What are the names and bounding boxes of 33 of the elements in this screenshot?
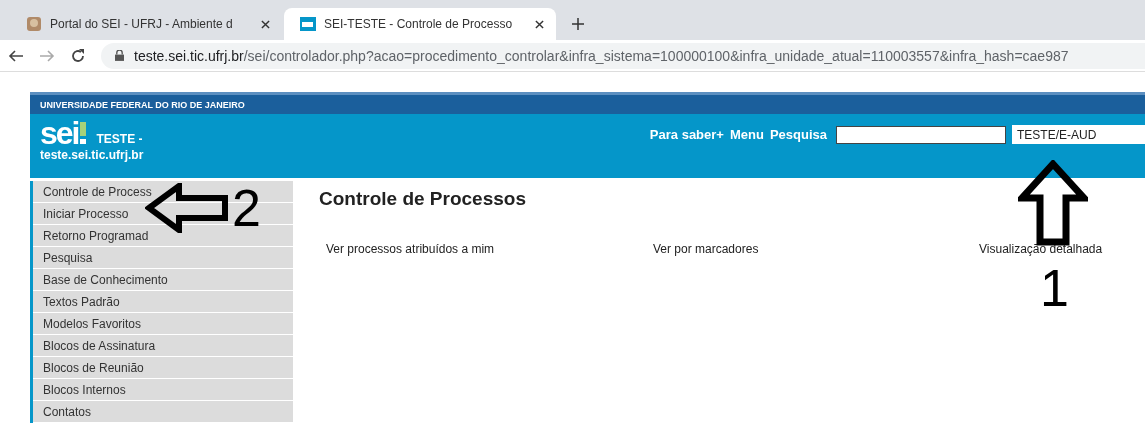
sidebar-item[interactable]: Base de Conhecimento [33,269,293,291]
sidebar-item[interactable]: Blocos de Assinatura [33,335,293,357]
host-label: teste.sei.tic.ufrj.br [40,148,144,162]
reload-icon[interactable] [70,47,86,64]
sidebar-item[interactable]: Blocos Internos [33,379,293,401]
tab-title: Portal do SEI - UFRJ - Ambiente d [50,17,234,31]
search-field[interactable] [836,125,1006,144]
back-icon[interactable] [8,47,24,64]
annotation-number: 1 [1040,262,1069,314]
view-link[interactable]: Ver processos atribuídos a mim [326,242,495,256]
sidebar-item[interactable]: Textos Padrão [33,291,293,313]
institution-name: UNIVERSIDADE FEDERAL DO RIO DE JANEIRO [40,99,245,110]
address-bar[interactable]: teste.sei.tic.ufrj.br/sei/controlador.php?acao=procedimento_controlar&infra_sistema=100000100&infra_unidade_atual=110003557&infra_hash=cae987 [101,42,1145,69]
sidebar-item[interactable]: Modelos Favoritos [33,313,293,335]
new-tab-icon[interactable] [572,18,584,30]
close-icon[interactable] [535,19,544,29]
sei-logo-icon [300,16,316,32]
sidebar-item[interactable]: Contatos [33,401,293,423]
page-title: Controle de Processos [319,188,527,210]
tab-title: SEI-TESTE - Controle de Processo [324,17,514,31]
browser-tab[interactable]: SEI-TESTE - Controle de Processo [284,8,556,40]
environment-label: TESTE - [96,132,143,146]
sei-logo: sei [40,118,87,148]
up-arrow-icon [1018,160,1088,246]
browser-tab[interactable]: Portal do SEI - UFRJ - Ambiente d [10,8,282,40]
view-link[interactable]: Visualização detalhada [979,242,1103,256]
sidebar-item[interactable]: Pesquisa [33,247,293,269]
view-link[interactable]: Ver por marcadores [653,242,759,256]
sidebar-item[interactable]: Retorno Programad [33,225,293,247]
close-icon[interactable] [261,19,270,29]
lock-icon [115,50,124,61]
unit-field[interactable]: TESTE/E-AUD [1012,125,1145,144]
sidebar-item[interactable]: Blocos de Reunião [33,357,293,379]
